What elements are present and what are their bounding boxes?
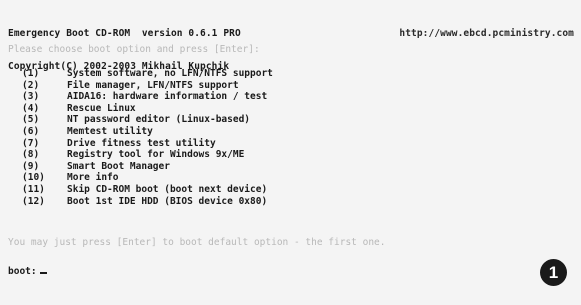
menu-item-1[interactable]: (1) System software, no LFN/NTFS support xyxy=(22,68,273,80)
menu-item-key: (7) xyxy=(22,137,40,149)
menu-item-key: (9) xyxy=(22,160,40,172)
menu-item-label: NT password editor (Linux-based) xyxy=(67,114,251,126)
menu-item-8[interactable]: (8) Registry tool for Windows 9x/ME xyxy=(22,149,273,161)
menu-item-label: Memtest utility xyxy=(67,125,153,137)
menu-item-4[interactable]: (4) Rescue Linux xyxy=(22,103,273,115)
menu-item-label: AIDA16: hardware information / test xyxy=(67,91,268,103)
header-title: Emergency Boot CD-ROM version 0.6.1 PRO xyxy=(8,28,241,39)
menu-item-label: Drive fitness test utility xyxy=(67,137,216,149)
choose-prompt: Please choose boot option and press [Ent… xyxy=(8,44,260,55)
menu-item-10[interactable]: (10) More info xyxy=(22,172,273,184)
default-hint: You may just press [Enter] to boot defau… xyxy=(8,237,386,248)
menu-item-11[interactable]: (11) Skip CD-ROM boot (boot next device) xyxy=(22,184,273,196)
menu-item-label: Rescue Linux xyxy=(67,102,136,114)
menu-item-label: System software, no LFN/NTFS support xyxy=(67,68,273,79)
menu-item-key: (12) xyxy=(22,195,45,207)
menu-item-key: (6) xyxy=(22,125,40,137)
menu-item-9[interactable]: (9) Smart Boot Manager xyxy=(22,161,273,173)
menu-item-label: Registry tool for Windows 9x/ME xyxy=(67,149,245,161)
menu-item-6[interactable]: (6) Memtest utility xyxy=(22,126,273,138)
menu-item-key: (11) xyxy=(22,183,45,195)
boot-prompt-label: boot: xyxy=(8,266,37,277)
menu-item-2[interactable]: (2) File manager, LFN/NTFS support xyxy=(22,80,273,92)
menu-item-3[interactable]: (3) AIDA16: hardware information / test xyxy=(22,91,273,103)
menu-item-label: Smart Boot Manager xyxy=(67,160,170,172)
menu-item-key: (4) xyxy=(22,102,40,114)
header-url: http://www.ebcd.pcministry.com xyxy=(399,28,574,39)
text-cursor xyxy=(39,272,47,274)
boot-menu: (1) System software, no LFN/NTFS support … xyxy=(22,68,273,207)
menu-item-key: (8) xyxy=(22,149,40,161)
menu-item-label: File manager, LFN/NTFS support xyxy=(67,79,239,91)
menu-item-7[interactable]: (7) Drive fitness test utility xyxy=(22,138,273,150)
menu-item-label: Boot 1st IDE HDD (BIOS device 0x80) xyxy=(67,195,268,207)
boot-input[interactable]: boot: xyxy=(8,266,47,277)
menu-item-5[interactable]: (5) NT password editor (Linux-based) xyxy=(22,114,273,126)
menu-item-key: (5) xyxy=(22,114,40,126)
menu-item-label: More info xyxy=(67,172,119,184)
menu-item-label: Skip CD-ROM boot (boot next device) xyxy=(67,183,268,195)
menu-item-key: (10) xyxy=(22,172,45,184)
step-number-badge: 1 xyxy=(540,259,567,286)
boot-screen: Emergency Boot CD-ROM version 0.6.1 PRO … xyxy=(0,0,581,305)
header-title-row: Emergency Boot CD-ROM version 0.6.1 PRO … xyxy=(8,28,574,39)
menu-item-key: (3) xyxy=(22,91,40,103)
menu-item-12[interactable]: (12) Boot 1st IDE HDD (BIOS device 0x80) xyxy=(22,196,273,208)
menu-item-key: (1) xyxy=(22,68,40,79)
menu-item-key: (2) xyxy=(22,79,40,91)
